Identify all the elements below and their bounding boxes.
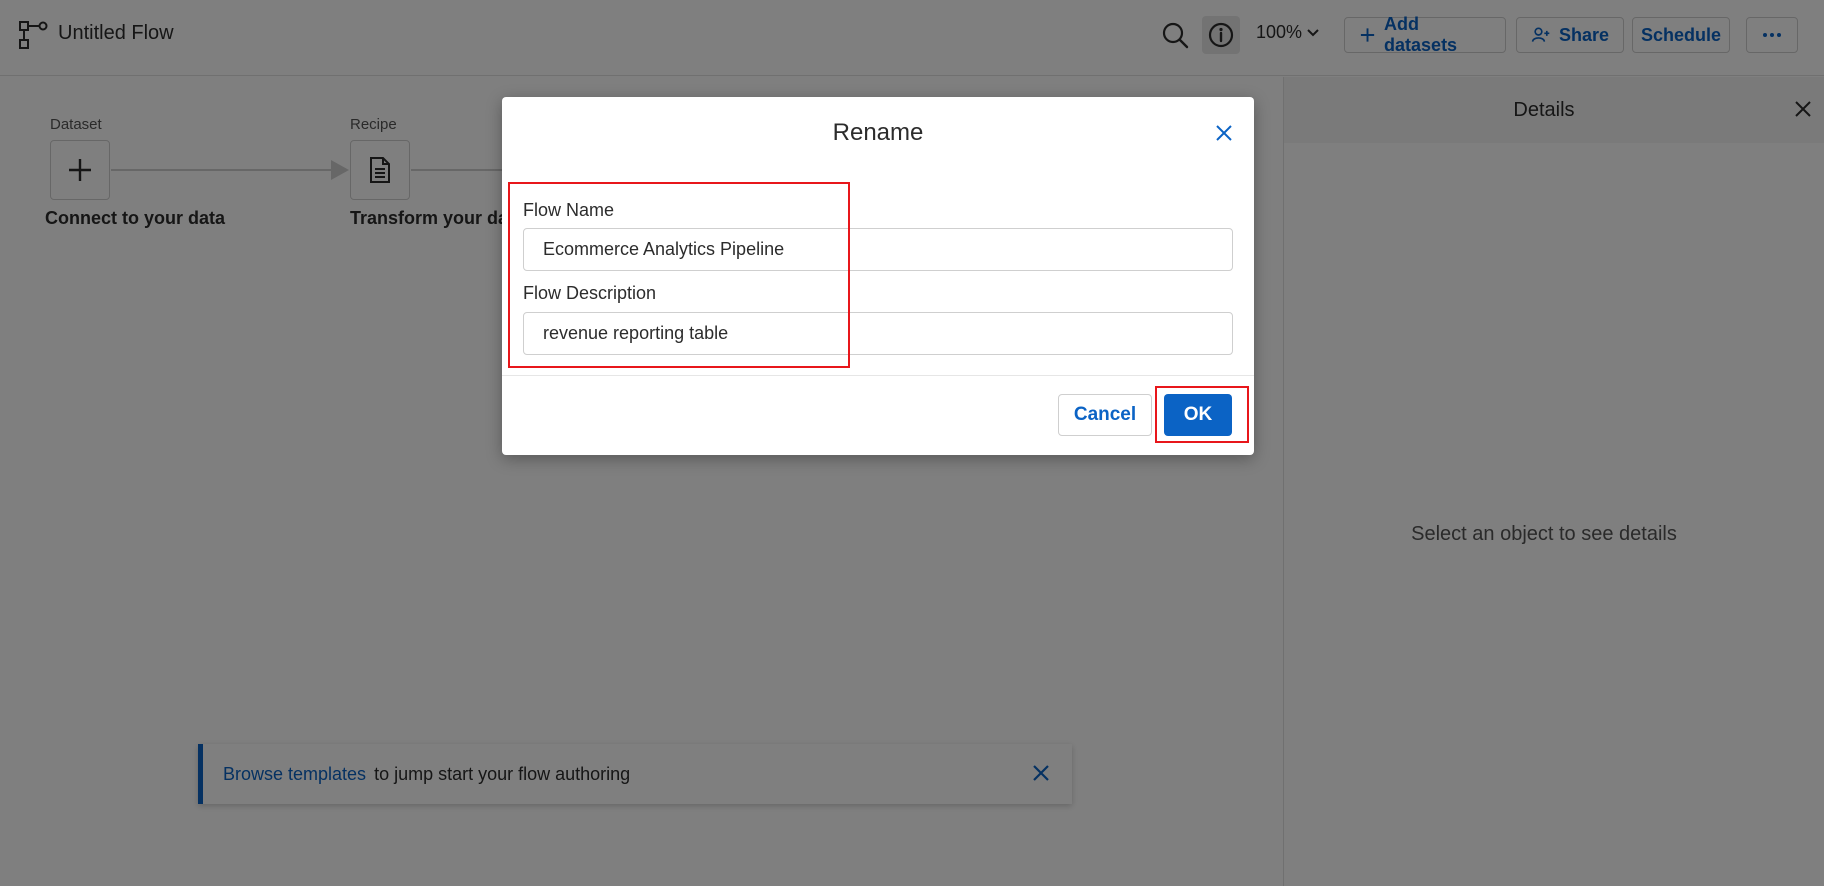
close-icon[interactable]	[1212, 121, 1236, 145]
dialog-title: Rename	[832, 119, 924, 146]
highlight-box-fields	[508, 182, 850, 368]
cancel-button[interactable]: Cancel	[1058, 394, 1152, 436]
dialog-divider	[502, 375, 1254, 376]
highlight-box-ok	[1155, 386, 1249, 443]
